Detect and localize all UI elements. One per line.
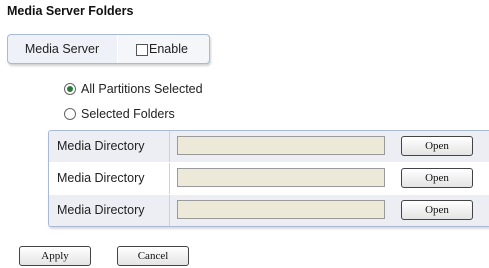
open-button[interactable]: Open — [401, 168, 473, 188]
media-directory-label: Media Directory — [57, 171, 145, 185]
cancel-button[interactable]: Cancel — [117, 246, 189, 266]
enable-label[interactable]: Enable — [149, 35, 188, 63]
media-server-label: Media Server — [24, 42, 100, 56]
divider — [169, 195, 170, 226]
open-button[interactable]: Open — [401, 200, 473, 220]
table-row: Media Directory Open — [49, 195, 489, 226]
enable-checkbox[interactable] — [136, 44, 148, 56]
radio-label: Selected Folders — [81, 107, 175, 121]
radio-button[interactable] — [64, 83, 76, 95]
divider — [169, 131, 170, 162]
media-directory-label: Media Directory — [57, 139, 145, 153]
radio-label: All Partitions Selected — [81, 82, 203, 96]
media-directory-input[interactable] — [177, 200, 385, 219]
page-title: Media Server Folders — [7, 4, 134, 18]
table-row: Media Directory Open — [49, 131, 489, 162]
radio-button[interactable] — [64, 108, 76, 120]
media-directory-input[interactable] — [177, 136, 385, 155]
apply-button[interactable]: Apply — [19, 246, 91, 266]
media-directory-input[interactable] — [177, 168, 385, 187]
media-server-panel: Media Server Enable — [7, 34, 210, 64]
media-directory-label: Media Directory — [57, 203, 145, 217]
enable-cell: Enable — [118, 35, 209, 63]
open-button[interactable]: Open — [401, 136, 473, 156]
radio-selected-dot — [67, 86, 73, 92]
table-row: Media Directory Open — [49, 163, 489, 194]
media-directory-table: Media Directory Open Media Directory Ope… — [48, 130, 489, 227]
divider — [169, 163, 170, 194]
